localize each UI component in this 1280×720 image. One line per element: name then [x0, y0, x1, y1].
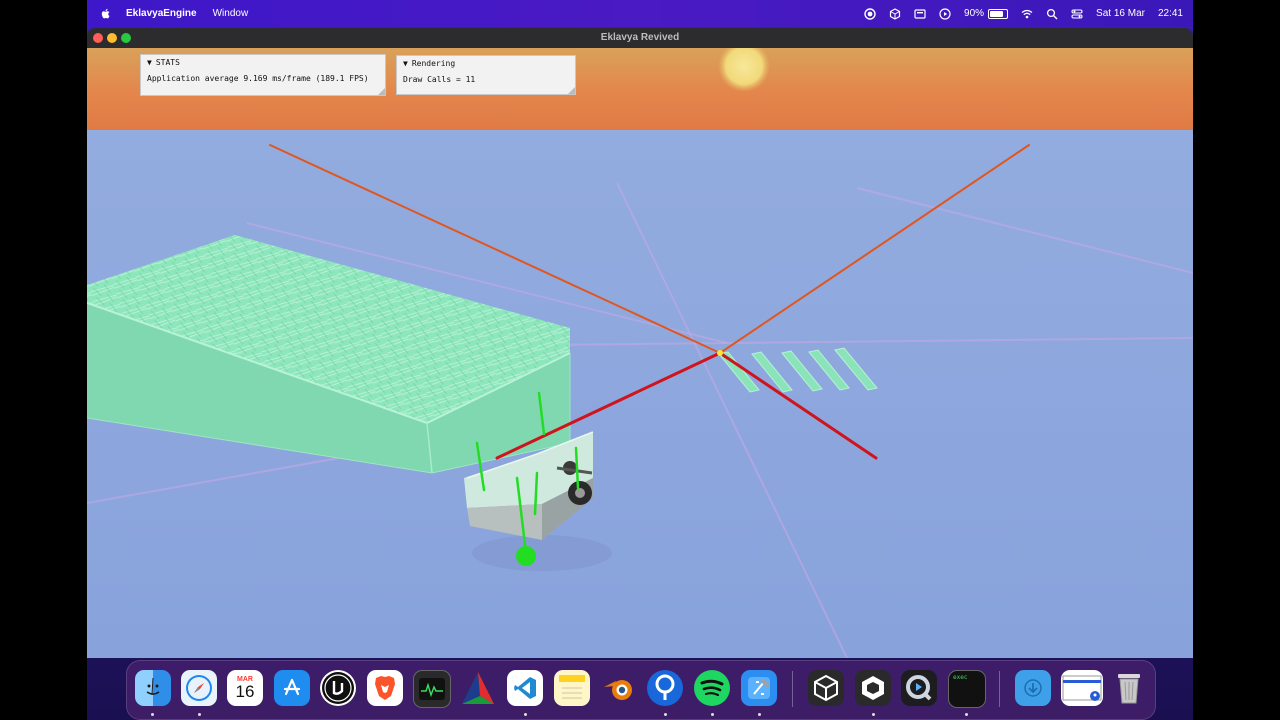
- safari-icon[interactable]: [181, 670, 217, 706]
- running-indicator: [872, 713, 875, 716]
- battery-percent: 90%: [964, 8, 985, 19]
- app-store-icon[interactable]: [274, 670, 310, 706]
- menubar-time[interactable]: 22:41: [1158, 8, 1183, 19]
- cmake-icon[interactable]: [460, 670, 496, 706]
- letterbox-left: [0, 0, 87, 720]
- scene-viewport[interactable]: ▼ STATS Application average 9.169 ms/fra…: [87, 48, 1193, 658]
- play-icon[interactable]: [939, 7, 951, 20]
- running-indicator: [524, 713, 527, 716]
- stats-fps-text: Application average 9.169 ms/frame (189.…: [147, 74, 369, 83]
- letterbox-right: [1193, 0, 1280, 720]
- collapse-arrow-icon[interactable]: ▼: [403, 59, 408, 68]
- unity-hub-icon[interactable]: [889, 7, 901, 20]
- zoom-button[interactable]: [121, 33, 131, 43]
- trash-icon[interactable]: [1111, 670, 1147, 706]
- running-indicator: [664, 713, 667, 716]
- running-indicator: [758, 713, 761, 716]
- brave-icon[interactable]: [367, 670, 403, 706]
- spotify-icon[interactable]: [694, 670, 730, 706]
- draw-calls-text: Draw Calls = 11: [403, 75, 476, 84]
- terminal-label: exec: [953, 674, 968, 681]
- app-name-menu[interactable]: EklavyaEngine: [126, 8, 197, 19]
- wifi-icon[interactable]: [1021, 8, 1033, 20]
- rendering-panel-header[interactable]: ▼ Rendering: [397, 56, 575, 71]
- menu-bar: EklavyaEngine Window 90% Sat 16 Mar 22:4…: [87, 0, 1193, 27]
- calendar-day: 16: [235, 681, 255, 701]
- blender-icon[interactable]: [601, 670, 637, 706]
- window-title: Eklavya Revived: [600, 32, 680, 43]
- dock-separator: [999, 671, 1000, 707]
- spotlight-icon[interactable]: [1046, 8, 1058, 20]
- stats-panel[interactable]: ▼ STATS Application average 9.169 ms/fra…: [140, 54, 386, 96]
- activity-monitor-icon[interactable]: [413, 670, 451, 708]
- xcode-icon[interactable]: [741, 670, 777, 706]
- terminal-icon[interactable]: exec: [948, 670, 986, 708]
- rendering-panel[interactable]: ▼ Rendering Draw Calls = 11: [396, 55, 576, 95]
- dock: MAR 16 exec: [126, 660, 1156, 720]
- scene-canvas[interactable]: [87, 48, 1193, 658]
- rendering-panel-title: Rendering: [411, 59, 456, 68]
- dock-separator: [792, 671, 793, 707]
- stats-panel-header[interactable]: ▼ STATS: [141, 55, 385, 70]
- minimize-button[interactable]: [107, 33, 117, 43]
- unity-hub-icon[interactable]: [855, 670, 891, 706]
- battery-icon: [988, 8, 1009, 19]
- menubar-date[interactable]: Sat 16 Mar: [1096, 8, 1145, 19]
- battery-fill: [990, 10, 1003, 17]
- app-window: Eklavya Revived ▼ STATS Application aver…: [87, 28, 1193, 658]
- unity-icon[interactable]: [808, 670, 844, 706]
- window-titlebar[interactable]: Eklavya Revived: [87, 28, 1193, 48]
- screen-share-icon[interactable]: [1061, 670, 1103, 706]
- notes-icon[interactable]: [554, 670, 590, 706]
- screen-record-icon[interactable]: [864, 7, 876, 20]
- resize-grip-icon[interactable]: [568, 87, 575, 94]
- running-indicator: [151, 713, 154, 716]
- stats-panel-title: STATS: [155, 58, 180, 67]
- finder-icon[interactable]: [135, 670, 171, 706]
- battery-status[interactable]: 90%: [964, 8, 1009, 19]
- running-indicator: [198, 713, 201, 716]
- calendar-icon[interactable]: MAR 16: [227, 670, 263, 706]
- downloads-folder-icon[interactable]: [1015, 670, 1051, 706]
- running-indicator: [711, 713, 714, 716]
- vscode-icon[interactable]: [507, 670, 543, 706]
- collapse-arrow-icon[interactable]: ▼: [147, 58, 152, 67]
- running-indicator: [965, 713, 968, 716]
- sourcetree-icon[interactable]: [647, 670, 683, 706]
- resize-grip-icon[interactable]: [378, 88, 385, 95]
- display-icon[interactable]: [914, 8, 926, 20]
- apple-icon[interactable]: [100, 8, 112, 20]
- window-menu[interactable]: Window: [213, 8, 249, 19]
- quicktime-icon[interactable]: [901, 670, 937, 706]
- close-button[interactable]: [93, 33, 103, 43]
- control-center-icon[interactable]: [1071, 8, 1083, 20]
- unreal-engine-icon[interactable]: [320, 670, 356, 706]
